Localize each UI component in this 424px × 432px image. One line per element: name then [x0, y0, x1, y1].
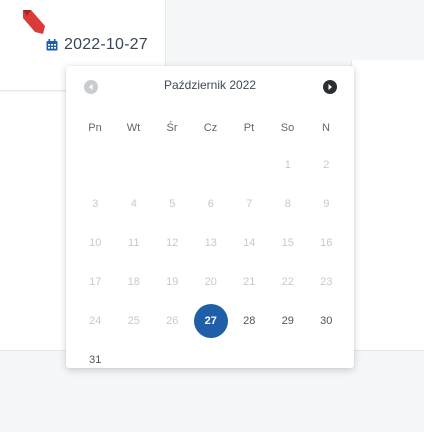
- day-cell[interactable]: 17: [80, 267, 110, 297]
- day-cell[interactable]: 4: [119, 189, 149, 219]
- background-panel-right: [351, 60, 424, 351]
- background-row: [0, 210, 66, 271]
- day-cell[interactable]: 3: [80, 189, 110, 219]
- day-cell[interactable]: 22: [273, 267, 303, 297]
- day-cell[interactable]: 31: [80, 345, 110, 375]
- day-cell[interactable]: 5: [157, 189, 187, 219]
- day-cell[interactable]: 1: [273, 150, 303, 180]
- day-cell[interactable]: 2: [311, 150, 341, 180]
- day-cell[interactable]: 15: [273, 228, 303, 258]
- weekday-label: Wt: [126, 122, 141, 134]
- day-cell[interactable]: 24: [80, 306, 110, 336]
- background-row: [0, 150, 66, 211]
- weekday-label: Śr: [166, 122, 178, 134]
- day-cell[interactable]: 18: [119, 267, 149, 297]
- date-value: 2022-10-27: [64, 36, 148, 53]
- next-month-button[interactable]: [323, 80, 337, 94]
- day-cell[interactable]: 21: [234, 267, 264, 297]
- pointer-cursor-icon: [23, 10, 45, 34]
- weekday-label: N: [322, 122, 330, 134]
- background-row: [0, 270, 66, 351]
- day-cell[interactable]: 10: [80, 228, 110, 258]
- datepicker-header: Październik 2022: [66, 66, 354, 106]
- day-cell[interactable]: 16: [311, 228, 341, 258]
- days-grid: 1 2 3 4 5 6 7 8 9 10 11 12 13 14 15 16 17 18 19 20 21 22 23 24 2…: [76, 150, 346, 366]
- background-row: [0, 92, 66, 151]
- weekday-header-row: Pn Wt Śr Cz Pt So N: [76, 122, 346, 138]
- day-cell[interactable]: 14: [234, 228, 264, 258]
- day-cell[interactable]: 28: [234, 306, 264, 336]
- day-cell[interactable]: 30: [311, 306, 341, 336]
- day-cell[interactable]: 25: [119, 306, 149, 336]
- chevron-right-circle-icon: [328, 84, 332, 90]
- day-cell[interactable]: 7: [234, 189, 264, 219]
- weekday-label: Cz: [203, 122, 218, 134]
- day-cell[interactable]: 26: [157, 306, 187, 336]
- calendar-icon: [46, 39, 58, 51]
- month-title: Październik 2022: [163, 78, 257, 92]
- day-cell[interactable]: 8: [273, 189, 303, 219]
- day-cell[interactable]: 13: [196, 228, 226, 258]
- day-cell[interactable]: 6: [196, 189, 226, 219]
- weekday-label: Pn: [88, 122, 102, 134]
- weekday-label: Pt: [243, 122, 255, 134]
- date-field[interactable]: 2022-10-27: [46, 36, 148, 54]
- day-cell[interactable]: 20: [196, 267, 226, 297]
- day-cell[interactable]: 9: [311, 189, 341, 219]
- weekday-label: So: [280, 122, 295, 134]
- day-cell[interactable]: 11: [119, 228, 149, 258]
- day-cell[interactable]: 23: [311, 267, 341, 297]
- day-cell[interactable]: 19: [157, 267, 187, 297]
- day-cell[interactable]: 29: [273, 306, 303, 336]
- datepicker-popup: Październik 2022 Pn Wt Śr Cz Pt So N 123456789…: [66, 66, 354, 368]
- selected-day[interactable]: 27: [193, 304, 228, 338]
- day-cell[interactable]: 12: [157, 228, 187, 258]
